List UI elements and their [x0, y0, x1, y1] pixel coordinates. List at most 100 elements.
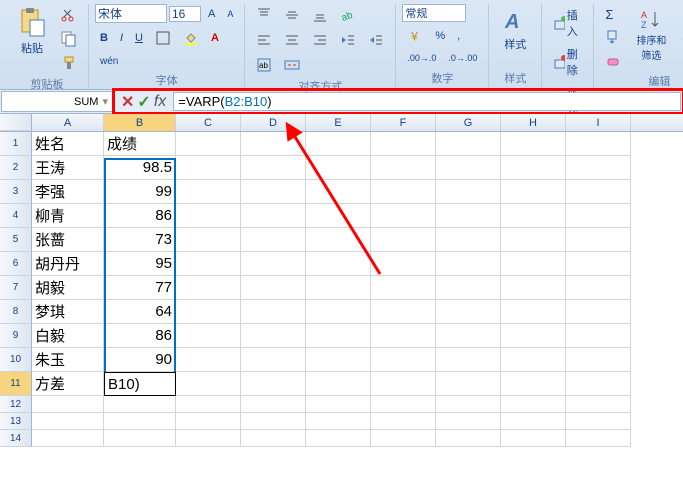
row-header-7[interactable]: 7 — [0, 276, 32, 300]
cell-F13[interactable] — [371, 413, 436, 430]
row-header-2[interactable]: 2 — [0, 156, 32, 180]
align-left-button[interactable] — [251, 29, 277, 51]
row-header-14[interactable]: 14 — [0, 430, 32, 447]
clear-button[interactable] — [600, 49, 626, 71]
cell-G10[interactable] — [436, 348, 501, 372]
cell-G12[interactable] — [436, 396, 501, 413]
cell-D12[interactable] — [241, 396, 306, 413]
row-header-12[interactable]: 12 — [0, 396, 32, 413]
col-header-I[interactable]: I — [566, 114, 631, 131]
cell-A10[interactable]: 朱玉 — [32, 348, 104, 372]
align-right-button[interactable] — [307, 29, 333, 51]
cell-E12[interactable] — [306, 396, 371, 413]
copy-button[interactable] — [56, 28, 82, 50]
cell-I8[interactable] — [566, 300, 631, 324]
col-header-A[interactable]: A — [32, 114, 104, 131]
cell-E5[interactable] — [306, 228, 371, 252]
cell-A13[interactable] — [32, 413, 104, 430]
cell-E4[interactable] — [306, 204, 371, 228]
comma-button[interactable]: , — [452, 27, 465, 45]
inc-decimal-button[interactable]: .00→.0 — [402, 50, 441, 66]
font-size-select[interactable]: 16 — [169, 6, 201, 22]
cell-A14[interactable] — [32, 430, 104, 447]
row-header-3[interactable]: 3 — [0, 180, 32, 204]
shrink-font-button[interactable]: A — [222, 6, 238, 22]
cell-F10[interactable] — [371, 348, 436, 372]
fill-color-button[interactable] — [178, 27, 204, 49]
cell-D13[interactable] — [241, 413, 306, 430]
cell-H7[interactable] — [501, 276, 566, 300]
cell-G2[interactable] — [436, 156, 501, 180]
cell-H6[interactable] — [501, 252, 566, 276]
cell-A1[interactable]: 姓名 — [32, 132, 104, 156]
col-header-G[interactable]: G — [436, 114, 501, 131]
styles-button[interactable]: A 样式 — [495, 4, 535, 56]
cell-H9[interactable] — [501, 324, 566, 348]
delete-button[interactable]: 删除 — [548, 43, 587, 81]
phonetic-button[interactable]: wén — [95, 53, 123, 70]
cell-G14[interactable] — [436, 430, 501, 447]
align-bottom-button[interactable] — [307, 4, 333, 26]
cell-I9[interactable] — [566, 324, 631, 348]
cell-C14[interactable] — [176, 430, 241, 447]
cell-I10[interactable] — [566, 348, 631, 372]
cell-C6[interactable] — [176, 252, 241, 276]
cell-H3[interactable] — [501, 180, 566, 204]
cell-H1[interactable] — [501, 132, 566, 156]
cell-H11[interactable] — [501, 372, 566, 396]
cell-F9[interactable] — [371, 324, 436, 348]
cell-F11[interactable] — [371, 372, 436, 396]
row-header-13[interactable]: 13 — [0, 413, 32, 430]
merge-button[interactable] — [279, 54, 305, 76]
cell-B11[interactable]: B10) — [104, 372, 176, 396]
cell-D8[interactable] — [241, 300, 306, 324]
cell-A8[interactable]: 梦琪 — [32, 300, 104, 324]
cell-I6[interactable] — [566, 252, 631, 276]
cell-E8[interactable] — [306, 300, 371, 324]
cell-A11[interactable]: 方差 — [32, 372, 104, 396]
cell-H10[interactable] — [501, 348, 566, 372]
cell-I12[interactable] — [566, 396, 631, 413]
cell-B1[interactable]: 成绩 — [104, 132, 176, 156]
col-header-B[interactable]: B — [104, 114, 176, 131]
cell-H14[interactable] — [501, 430, 566, 447]
cell-G6[interactable] — [436, 252, 501, 276]
cell-A7[interactable]: 胡毅 — [32, 276, 104, 300]
cell-I4[interactable] — [566, 204, 631, 228]
row-header-6[interactable]: 6 — [0, 252, 32, 276]
cell-I2[interactable] — [566, 156, 631, 180]
cell-A3[interactable]: 李强 — [32, 180, 104, 204]
cell-C1[interactable] — [176, 132, 241, 156]
cell-F2[interactable] — [371, 156, 436, 180]
font-name-select[interactable]: 宋体 — [95, 4, 167, 23]
indent-dec-button[interactable] — [335, 29, 361, 51]
cell-E3[interactable] — [306, 180, 371, 204]
cell-F7[interactable] — [371, 276, 436, 300]
wrap-button[interactable]: ab — [251, 54, 277, 76]
cell-B4[interactable]: 86 — [104, 204, 176, 228]
cell-I3[interactable] — [566, 180, 631, 204]
row-header-5[interactable]: 5 — [0, 228, 32, 252]
cell-I7[interactable] — [566, 276, 631, 300]
cell-D6[interactable] — [241, 252, 306, 276]
cell-B5[interactable]: 73 — [104, 228, 176, 252]
autosum-button[interactable]: Σ — [600, 4, 626, 25]
grow-font-button[interactable]: A — [203, 5, 220, 23]
cell-I11[interactable] — [566, 372, 631, 396]
cell-C7[interactable] — [176, 276, 241, 300]
cell-C12[interactable] — [176, 396, 241, 413]
spreadsheet-grid[interactable]: ABCDEFGHI 1姓名成绩2王涛98.53李强994柳青865张蔷736胡丹… — [0, 114, 683, 447]
cell-G7[interactable] — [436, 276, 501, 300]
enter-icon[interactable]: ✓ — [137, 92, 150, 112]
row-header-1[interactable]: 1 — [0, 132, 32, 156]
underline-button[interactable]: U — [130, 29, 148, 47]
cell-C10[interactable] — [176, 348, 241, 372]
cell-D5[interactable] — [241, 228, 306, 252]
font-color-button[interactable]: A — [206, 29, 224, 47]
paste-button[interactable]: 粘贴 — [12, 4, 52, 60]
number-format-select[interactable]: 常规 — [402, 4, 466, 22]
cell-D14[interactable] — [241, 430, 306, 447]
cell-A12[interactable] — [32, 396, 104, 413]
cell-I14[interactable] — [566, 430, 631, 447]
cell-F1[interactable] — [371, 132, 436, 156]
